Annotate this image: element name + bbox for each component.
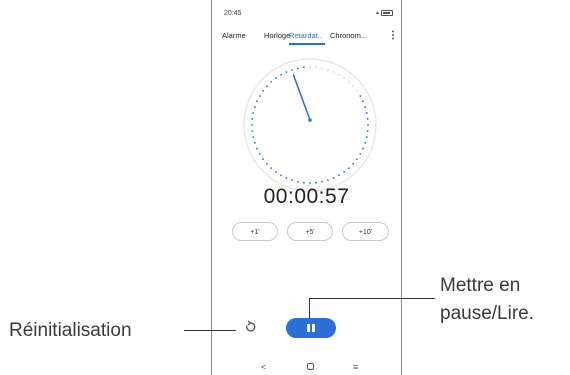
dial-dot [343, 171, 345, 173]
dial-dot [315, 66, 317, 69]
dial-dot [338, 174, 340, 177]
dial-dot [356, 158, 358, 160]
nav-menu-button[interactable]: ≡ [353, 362, 358, 372]
add-1-minute-button[interactable]: +1' [232, 222, 278, 241]
dial-dot [343, 77, 345, 79]
dial-dot [256, 147, 258, 150]
status-time: 20:45 [224, 10, 242, 17]
dial-dot [275, 171, 277, 173]
dial-dot [252, 136, 255, 138]
dial-center [308, 118, 312, 122]
dial-dot [251, 130, 254, 132]
callout-pause-line2: pause/Lire. [440, 303, 535, 324]
dial-dot [291, 179, 293, 182]
dial-dot [352, 85, 354, 88]
dial-dot [366, 130, 369, 132]
dial-dot [321, 67, 323, 70]
callout-pause-line1: Mettre en [440, 275, 521, 296]
dial-dot [262, 90, 264, 92]
dial-dot [251, 118, 254, 120]
callout-pause-line-h [309, 298, 435, 299]
dial-dot [352, 162, 354, 165]
tab-alarme[interactable]: Alarme [222, 31, 246, 40]
dial-dot [332, 177, 335, 179]
dial-dot [266, 85, 268, 88]
dial-dot [266, 162, 268, 165]
dial-dot [315, 181, 317, 184]
dial-dot [365, 112, 368, 114]
dial-dot [251, 124, 253, 126]
nav-back-button[interactable]: < [261, 362, 266, 372]
dial-dot [285, 177, 288, 179]
dial-dot [303, 66, 305, 69]
home-icon[interactable] [307, 363, 314, 370]
dial-dot [359, 95, 362, 97]
dial-dot [291, 68, 293, 71]
timer-display: 00:00:57 [263, 185, 350, 208]
dial-dot [297, 67, 299, 70]
callout-reset: Réinitialisation [9, 320, 132, 341]
dial-dot [270, 81, 273, 83]
dial-dot [321, 180, 323, 183]
dial-dot [280, 174, 282, 177]
timer-dial [243, 58, 377, 192]
pause-button[interactable] [286, 318, 336, 338]
more-vert-icon[interactable]: ⋮ [388, 30, 398, 41]
tab-horloge[interactable]: Horloge [264, 31, 290, 40]
status-icons: ▴ [376, 9, 393, 16]
dial-dot [309, 182, 311, 184]
dial-dot [275, 77, 277, 79]
dial-dot [256, 100, 258, 103]
dial-dot [364, 142, 367, 144]
dial-dot [362, 147, 364, 150]
dial-dot [359, 153, 362, 155]
dial-dot [253, 106, 256, 108]
dial-dot [280, 73, 282, 76]
callout-reset-line [184, 330, 236, 331]
dial-dot [327, 179, 329, 182]
tab-bar: Alarme Horloge Retardat.. Chronom... ⋮ [212, 30, 403, 45]
dial-dot [262, 158, 264, 160]
dial-dot [338, 73, 340, 76]
dial-dot [327, 68, 329, 71]
dial-dot [297, 180, 299, 183]
dial-face [243, 58, 377, 192]
dial-dot [258, 153, 261, 155]
dial-dot [362, 100, 364, 103]
signal-icon: ▴ [375, 10, 379, 16]
add-10-minutes-button[interactable]: +10' [342, 222, 389, 241]
dial-dot [270, 167, 273, 169]
dial-dot [309, 66, 311, 68]
dial-dot [285, 71, 288, 73]
dial-dot [332, 71, 335, 73]
dial-dot [347, 167, 350, 169]
dial-dot [365, 136, 368, 138]
battery-icon [381, 9, 393, 16]
add-5-minutes-button[interactable]: +5' [287, 222, 333, 241]
dial-dot [253, 142, 256, 144]
dial-dot [303, 181, 305, 184]
reset-icon[interactable] [243, 320, 257, 334]
dial-dot [258, 95, 261, 97]
active-tab-indicator [289, 43, 325, 45]
dial-dot [366, 118, 369, 120]
dial-dot [347, 81, 350, 83]
callout-pause-line-v [309, 298, 310, 318]
tab-chronometre[interactable]: Chronom... [330, 31, 367, 40]
dial-dot [252, 112, 255, 114]
dial-dot [364, 106, 367, 108]
dial-dot [367, 124, 369, 126]
dial-dot [356, 90, 358, 92]
tab-retardateur[interactable]: Retardat.. [289, 31, 322, 40]
